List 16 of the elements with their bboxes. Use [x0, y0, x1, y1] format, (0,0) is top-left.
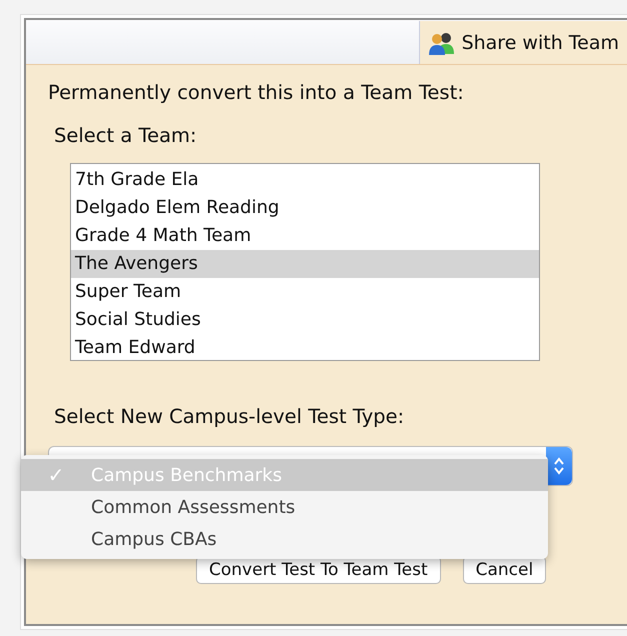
share-tab[interactable]: Share with Team: [418, 21, 627, 64]
check-mark: ✓: [48, 463, 64, 487]
menu-option[interactable]: Campus CBAs: [21, 523, 548, 555]
team-list[interactable]: 7th Grade Ela Delgado Elem Reading Grade 4 Math Team The Avengers Super Team Social Studies Team Edward: [70, 163, 540, 361]
team-item[interactable]: 7th Grade Ela: [71, 166, 539, 194]
menu-option[interactable]: Common Assessments: [21, 491, 548, 523]
team-item[interactable]: Grade 4 Math Team: [71, 222, 539, 250]
team-item[interactable]: Super Team: [71, 278, 539, 306]
team-item[interactable]: Social Studies: [71, 306, 539, 334]
team-item[interactable]: The Avengers: [71, 250, 539, 278]
type-label: Select New Campus-level Test Type:: [54, 405, 406, 428]
team-item[interactable]: Team Edward: [71, 334, 539, 362]
heading: Permanently convert this into a Team Test:: [48, 81, 465, 104]
people-icon: [428, 30, 456, 54]
team-label: Select a Team:: [54, 124, 198, 147]
team-item[interactable]: Delgado Elem Reading: [71, 194, 539, 222]
